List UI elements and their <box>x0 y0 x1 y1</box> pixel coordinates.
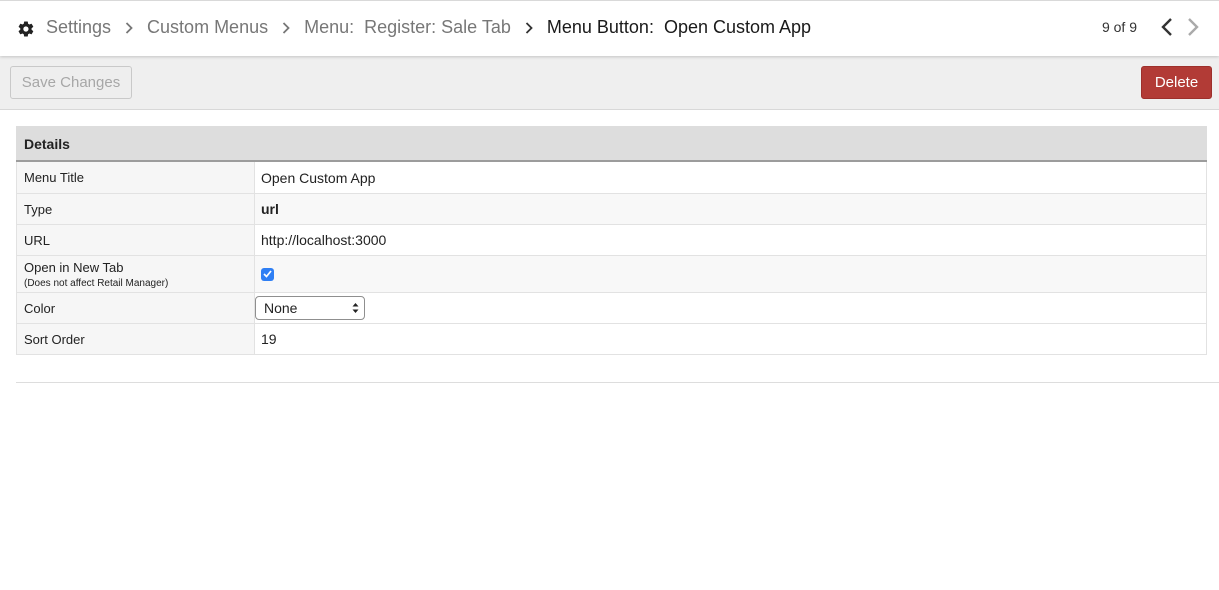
type-label: Type <box>16 194 255 224</box>
row-color: Color None <box>16 293 1207 324</box>
toolbar: Save Changes Delete <box>0 56 1219 110</box>
chevron-right-icon[interactable] <box>1185 17 1201 37</box>
breadcrumb-settings[interactable]: Settings <box>46 17 111 38</box>
new-tab-note: (Does not affect Retail Manager) <box>24 277 169 289</box>
breadcrumb-current: Menu Button: Open Custom App <box>546 17 812 37</box>
delete-button[interactable]: Delete <box>1141 66 1212 99</box>
gear-icon[interactable] <box>17 20 35 38</box>
pager-count: 9 of 9 <box>1101 19 1137 35</box>
chevron-right-icon <box>525 21 533 34</box>
row-new-tab: Open in New Tab (Does not affect Retail … <box>16 256 1207 293</box>
row-sort-order: Sort Order 19 <box>16 324 1207 355</box>
sort-order-label: Sort Order <box>16 324 255 354</box>
new-tab-cell <box>255 256 1207 292</box>
color-select[interactable]: None <box>255 296 365 320</box>
url-field[interactable]: http://localhost:3000 <box>255 225 1207 255</box>
row-menu-title: Menu Title Open Custom App <box>16 162 1207 194</box>
new-tab-label: Open in New Tab <box>24 259 124 275</box>
breadcrumb-menu[interactable]: Menu: Register: Sale Tab <box>304 17 511 38</box>
top-header: Settings Custom Menus Menu: Register: Sa… <box>0 0 1219 56</box>
color-select-value: None <box>264 300 298 316</box>
chevron-right-icon <box>282 21 290 34</box>
details-heading: Details <box>16 126 1207 162</box>
menu-title-field[interactable]: Open Custom App <box>255 162 1207 193</box>
new-tab-checkbox[interactable] <box>261 267 274 281</box>
color-label: Color <box>16 293 255 323</box>
chevron-left-icon[interactable] <box>1159 17 1175 37</box>
color-cell: None <box>255 293 1207 323</box>
chevron-right-icon <box>125 21 133 34</box>
pager: 9 of 9 <box>1102 17 1201 37</box>
row-url: URL http://localhost:3000 <box>16 225 1207 256</box>
updown-arrows-icon <box>352 303 359 313</box>
divider <box>16 382 1219 383</box>
checkmark-icon <box>263 270 272 278</box>
save-button[interactable]: Save Changes <box>10 66 132 99</box>
row-type: Type url <box>16 194 1207 225</box>
breadcrumb: Settings Custom Menus Menu: Register: Sa… <box>46 17 811 38</box>
details-panel: Details Menu Title Open Custom App Type … <box>16 126 1207 355</box>
breadcrumb-custom-menus[interactable]: Custom Menus <box>147 17 268 38</box>
new-tab-label-cell: Open in New Tab (Does not affect Retail … <box>16 256 255 292</box>
menu-title-label: Menu Title <box>16 162 255 193</box>
type-value: url <box>255 194 1207 224</box>
sort-order-field[interactable]: 19 <box>255 324 1207 354</box>
url-label: URL <box>16 225 255 255</box>
